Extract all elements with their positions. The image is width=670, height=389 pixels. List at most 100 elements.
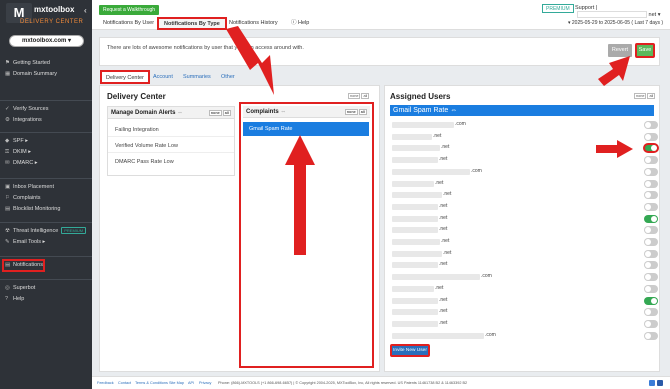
user-row: .net [390,190,658,201]
user-notification-toggle[interactable] [644,296,658,305]
sidebar-item-label: SPF ▸ [13,138,28,144]
user-email-domain: .com [455,121,466,127]
support-menu[interactable]: Support | net ▾ [575,5,670,18]
user-email-redacted [392,239,440,245]
user-notification-toggle[interactable] [644,238,658,246]
assigned-all-button[interactable]: all [647,93,656,99]
sidebar-item-blocklist-monitoring[interactable]: ▤ Blocklist Monitoring [0,204,92,215]
user-notification-toggle[interactable] [644,261,658,270]
footer-link-privacy[interactable]: Privacy [199,381,211,385]
date-range-selector[interactable]: ▾ 2025-05-29 to 2025-06-05 ( Last 7 days… [568,20,663,26]
tab-notifications-by-user[interactable]: Notifications By User [98,18,159,29]
tab-help[interactable]: ⓘ Help [286,18,314,29]
delivery-center-title: Delivery Center [107,92,166,101]
key-icon: ⚿ [5,149,10,155]
manage-none-button[interactable]: none [208,110,222,116]
user-notification-toggle[interactable] [644,202,658,211]
user-row: .net [390,179,658,190]
plug-icon: ⚙ [5,117,10,123]
subtab-account[interactable]: Account [149,71,177,83]
user-notification-toggle[interactable] [644,284,658,293]
delivery-center-panel: Delivery Center none all Manage Domain Al… [99,85,380,372]
user-email-redacted [392,168,470,175]
sidebar-item-integrations[interactable]: ⚙ Integrations [0,115,92,126]
sidebar-item-superbot[interactable]: ◎ Superbot [0,283,92,294]
premium-badge: PREMIUM [61,227,87,234]
tab-notifications-history[interactable]: Notifications History [224,18,283,29]
footer-copyright: Phone: (866)-MXTOOLS (+1 866-698-6657) |… [218,381,468,385]
subtab-delivery-center[interactable]: Delivery Center [100,70,150,84]
select-none-button[interactable]: none [348,93,361,99]
assigned-select: none all [633,93,656,99]
assigned-none-button[interactable]: none [634,93,647,99]
footer-link-terms[interactable]: Terms & Conditions [135,381,168,385]
user-notification-toggle[interactable] [644,179,658,188]
select-all-button[interactable]: all [361,93,370,99]
request-walkthrough-button[interactable]: Request a Walkthrough [99,5,160,15]
footer-link-api[interactable]: API [188,381,194,385]
sidebar-item-threat-intelligence[interactable]: ☢ Threat Intelligence PREMIUM [0,226,92,237]
user-notification-toggle[interactable] [644,132,658,141]
footer-link-contact[interactable]: Contact [118,381,131,385]
user-notification-toggle[interactable] [644,156,658,165]
sidebar-item-domain-summary[interactable]: ▦ Domain Summary [0,69,92,80]
user-notification-toggle[interactable] [644,319,658,328]
complaints-none-button[interactable]: none [344,109,358,115]
user-email-redacted [392,122,454,128]
alert-item-verified-volume[interactable]: Verified Volume Rate Low [108,139,234,153]
user-notification-toggle[interactable] [644,273,658,282]
save-button[interactable]: Save [635,43,655,58]
user-notification-toggle[interactable] [644,249,658,258]
sidebar-item-notifications[interactable]: ▤ Notifications [2,259,45,272]
user-notification-toggle[interactable] [644,226,658,235]
sidebar-item-label: Notifications [13,262,43,268]
logo[interactable]: M mxtoolbox DELIVERY CENTER [6,3,84,27]
sidebar-item-dkim[interactable]: ⚿ DKIM ▸ [0,147,92,158]
revert-button[interactable]: Revert [608,44,632,57]
user-notification-toggle[interactable] [644,308,658,317]
complaints-all-button[interactable]: all [358,109,367,115]
user-notification-toggle[interactable] [644,121,658,129]
user-notification-toggle[interactable] [644,191,658,200]
sidebar-item-help[interactable]: ? Help [0,294,92,305]
account-selector[interactable]: mxtoolbox.com ▾ [9,35,84,47]
alert-item-failing-integration[interactable]: Failing Integration [108,123,234,137]
link-icon: ⇔ [177,110,184,116]
sidebar-item-label: Getting Started [13,60,50,66]
flag-icon: ⚐ [5,195,10,201]
sidebar-item-label: Threat Intelligence [13,228,59,234]
sidebar-item-dmarc[interactable]: ✉ DMARC ▸ [0,158,92,169]
invite-new-user-button[interactable]: Invite New User [390,344,430,357]
premium-badge[interactable]: PREMIUM [542,4,574,13]
sidebar-item-inbox-placement[interactable]: ▣ Inbox Placement [0,182,92,193]
threat-icon: ☢ [5,228,10,234]
complaints-title: Complaints [246,109,279,115]
info-text: There are lots of awesome notifications … [107,45,304,51]
twitter-icon[interactable] [649,380,655,386]
sidebar-item-complaints[interactable]: ⚐ Complaints [0,193,92,204]
sub-tabs: Delivery Center Account Summaries Other [97,70,497,84]
sidebar-item-email-tools[interactable]: ✎ Email Tools ▸ [0,237,92,248]
collapse-sidebar-icon[interactable]: ‹ [84,6,87,15]
tab-notifications-by-type[interactable]: Notifications By Type [157,17,227,30]
user-email-redacted [392,297,438,304]
user-notification-toggle[interactable] [643,143,659,154]
footer-link-feedback[interactable]: Feedback [97,381,114,385]
manage-all-button[interactable]: all [222,110,231,116]
manage-domain-alerts-box: Manage Domain Alerts ⇔ none all Failing I… [107,106,235,176]
sidebar-item-label: Domain Summary [13,71,58,77]
complaints-select: none all [344,106,367,118]
alert-item-dmarc-pass-rate[interactable]: DMARC Pass Rate Low [108,155,234,169]
subtab-other[interactable]: Other [217,71,239,83]
sidebar-item-getting-started[interactable]: ⚑ Getting Started [0,58,92,69]
facebook-icon[interactable] [657,380,663,386]
footer-link-sitemap[interactable]: Site Map [169,381,184,385]
sidebar-item-spf[interactable]: ◆ SPF ▸ [0,136,92,147]
sidebar-item-verify-sources[interactable]: ✓ Verify Sources [0,104,92,115]
user-notification-toggle[interactable] [644,214,658,223]
user-notification-toggle[interactable] [644,331,658,340]
complaint-item-gmail-spam-rate[interactable]: Gmail Spam Rate [243,122,369,136]
user-notification-toggle[interactable] [644,167,658,176]
top-bar: Request a Walkthrough Notifications By U… [92,0,670,30]
subtab-summaries[interactable]: Summaries [179,71,215,83]
